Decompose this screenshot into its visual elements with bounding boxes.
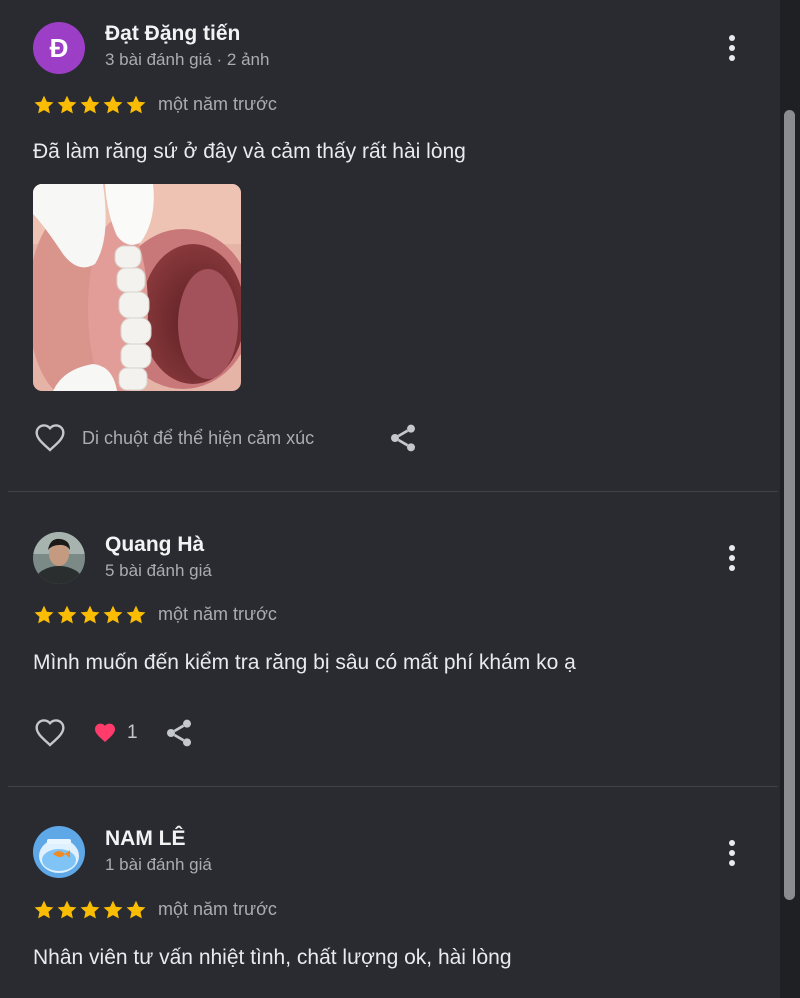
star-icon: [57, 900, 77, 919]
divider: [8, 491, 778, 492]
avatar[interactable]: Đ: [33, 22, 85, 74]
author-name[interactable]: Đạt Đặng tiến: [105, 22, 240, 46]
author-name[interactable]: Quang Hà: [105, 533, 204, 557]
reaction-count: 1: [127, 722, 138, 743]
divider: [8, 786, 778, 787]
star-icon: [80, 900, 100, 919]
star-rating: [33, 94, 147, 116]
author-meta: 3 bài đánh giá · 2 ảnh: [105, 50, 270, 69]
share-icon[interactable]: [163, 717, 195, 749]
star-icon: [126, 605, 146, 624]
star-icon: [80, 605, 100, 624]
author-meta: 1 bài đánh giá: [105, 855, 212, 874]
avatar[interactable]: [33, 532, 85, 584]
more-options-icon[interactable]: [718, 30, 746, 66]
more-options-icon[interactable]: [718, 835, 746, 871]
star-rating: [33, 899, 147, 921]
star-icon: [34, 95, 54, 114]
star-icon: [34, 900, 54, 919]
author-name[interactable]: NAM LÊ: [105, 827, 186, 851]
star-icon: [126, 95, 146, 114]
star-icon: [103, 900, 123, 919]
reaction-hint: Di chuột để thể hiện cảm xúc: [82, 428, 315, 448]
heart-reaction-icon[interactable]: [92, 721, 118, 745]
heart-outline-icon[interactable]: [33, 422, 67, 454]
review-time: một năm trước: [158, 94, 277, 114]
share-icon[interactable]: [387, 422, 419, 454]
review-photo[interactable]: [33, 184, 241, 391]
star-icon: [34, 605, 54, 624]
more-options-icon[interactable]: [718, 540, 746, 576]
star-rating: [33, 604, 147, 626]
star-icon: [57, 605, 77, 624]
review-time: một năm trước: [158, 604, 277, 624]
star-icon: [57, 95, 77, 114]
review-time: một năm trước: [158, 899, 277, 919]
review-text: Đã làm răng sứ ở đây và cảm thấy rất hài…: [33, 140, 466, 163]
star-icon: [103, 605, 123, 624]
scrollbar-thumb[interactable]: [784, 110, 795, 900]
star-icon: [126, 900, 146, 919]
author-meta: 5 bài đánh giá: [105, 561, 212, 580]
review-text: Mình muốn đến kiểm tra răng bị sâu có mấ…: [33, 651, 576, 674]
heart-outline-icon[interactable]: [33, 717, 67, 749]
review-text: Nhân viên tư vấn nhiệt tình, chất lượng …: [33, 946, 512, 969]
star-icon: [103, 95, 123, 114]
star-icon: [80, 95, 100, 114]
avatar[interactable]: [33, 826, 85, 878]
